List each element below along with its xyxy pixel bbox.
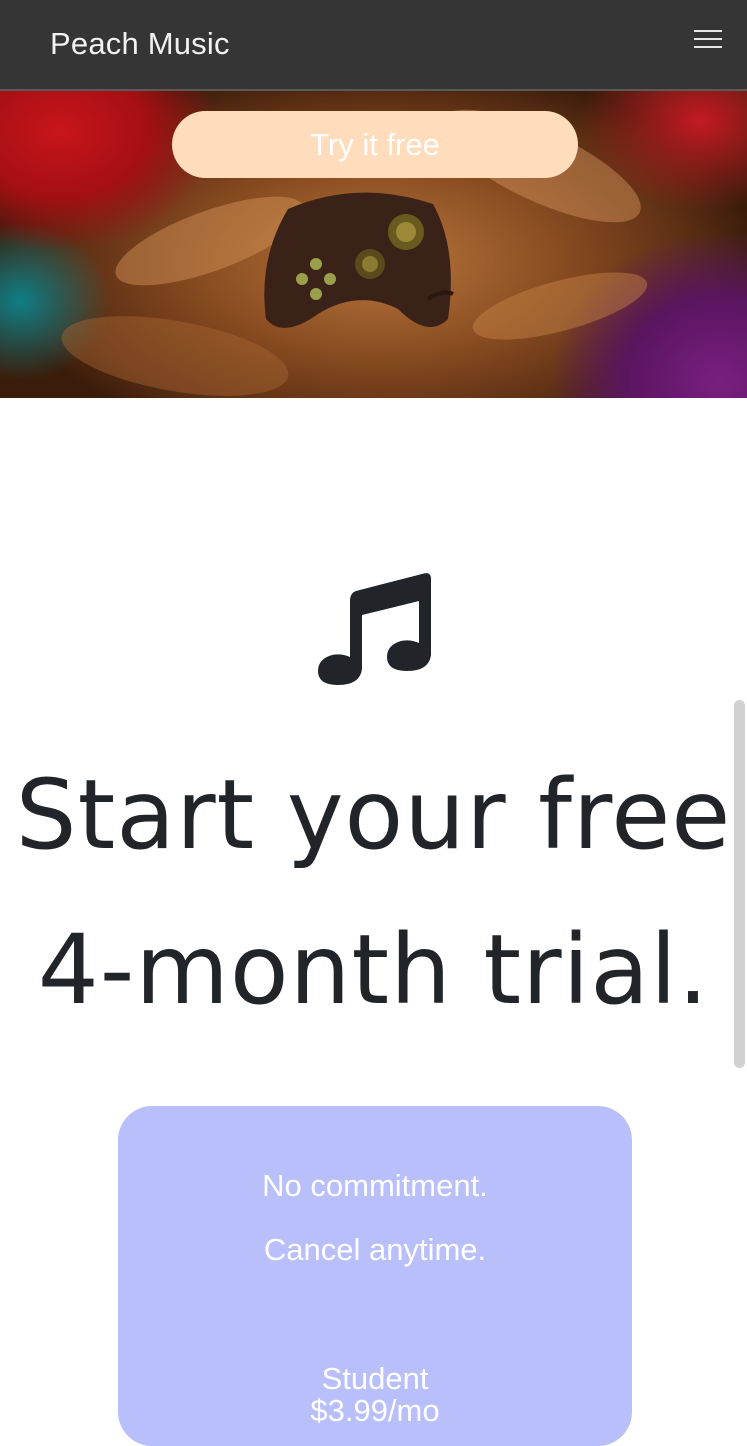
game-controller-image [264, 192, 454, 328]
brand-logo-text[interactable]: Peach Music [50, 26, 230, 62]
headline-line-1: Start your free [15, 759, 732, 871]
scrollbar-thumb[interactable] [734, 700, 745, 1068]
headline-line-2: 4-month trial. [37, 914, 710, 1026]
top-navbar: Peach Music [0, 0, 747, 91]
music-note-icon [318, 573, 431, 685]
hamburger-menu-icon[interactable] [694, 28, 724, 50]
plan-note-commitment: No commitment. [262, 1168, 488, 1203]
plan-card: No commitment. Cancel anytime. Student $… [118, 1106, 632, 1446]
page-headline: Start your free 4-month trial. [0, 738, 747, 1048]
plan-note-cancel: Cancel anytime. [263, 1232, 487, 1267]
try-it-free-button[interactable]: Try it free [172, 111, 578, 178]
plan-price: $3.99/mo [310, 1393, 440, 1428]
plan-name: Student [321, 1361, 429, 1396]
